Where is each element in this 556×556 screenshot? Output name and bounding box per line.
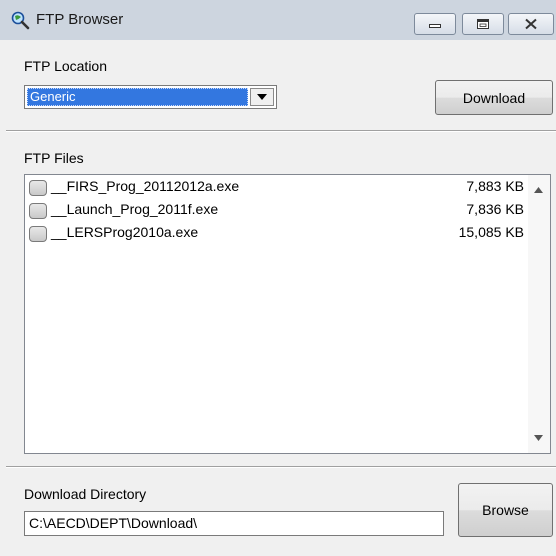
file-size: 15,085 KB [458, 224, 524, 240]
scroll-up-arrow-icon[interactable] [534, 187, 543, 193]
divider-top [6, 130, 556, 132]
list-item[interactable]: __LERSProg2010a.exe 15,085 KB [25, 223, 529, 245]
ftp-file-list[interactable]: __FIRS_Prog_20112012a.exe 7,883 KB __Lau… [24, 174, 551, 454]
file-name: __FIRS_Prog_20112012a.exe [51, 178, 240, 194]
file-size: 7,883 KB [466, 178, 524, 194]
file-size: 7,836 KB [466, 201, 524, 217]
list-item[interactable]: __FIRS_Prog_20112012a.exe 7,883 KB [25, 177, 529, 199]
ftp-files-label: FTP Files [24, 150, 84, 166]
close-icon [525, 18, 537, 30]
vertical-scrollbar[interactable] [528, 175, 550, 453]
chevron-down-icon [257, 94, 267, 100]
ftp-location-dropdown[interactable]: Generic [24, 85, 277, 109]
file-checkbox[interactable] [29, 180, 47, 196]
file-checkbox[interactable] [29, 226, 47, 242]
maximize-button[interactable] [462, 13, 504, 35]
download-button[interactable]: Download [435, 80, 553, 115]
download-directory-label: Download Directory [24, 486, 147, 502]
minimize-button[interactable] [414, 13, 456, 35]
list-item[interactable]: __Launch_Prog_2011f.exe 7,836 KB [25, 200, 529, 222]
close-button[interactable] [508, 13, 554, 35]
ftp-location-value: Generic [27, 88, 248, 106]
download-directory-field[interactable]: C:\AECD\DEPT\Download\ [24, 511, 444, 536]
dropdown-arrow-button[interactable] [250, 88, 274, 106]
minimize-icon [429, 24, 441, 28]
browse-button[interactable]: Browse [458, 483, 553, 537]
file-name: __Launch_Prog_2011f.exe [51, 201, 219, 217]
scroll-down-arrow-icon[interactable] [534, 435, 543, 441]
magnifier-globe-icon [10, 10, 30, 30]
file-checkbox[interactable] [29, 203, 47, 219]
ftp-location-label: FTP Location [24, 58, 108, 74]
title-bar[interactable]: FTP Browser [0, 0, 556, 40]
maximize-icon [477, 19, 489, 29]
window-title: FTP Browser [36, 11, 124, 28]
file-name: __LERSProg2010a.exe [51, 224, 199, 240]
divider-bottom [6, 466, 556, 468]
